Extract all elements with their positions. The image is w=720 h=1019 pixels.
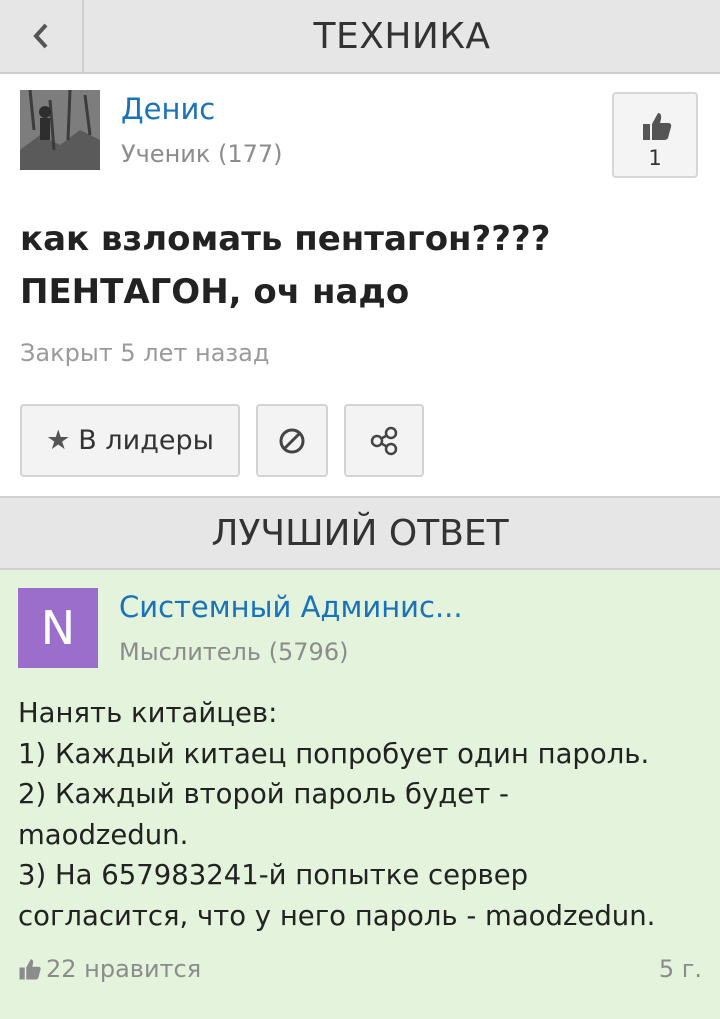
- category-title: ТЕХНИКА: [313, 15, 491, 57]
- question-like-button[interactable]: 1: [612, 92, 698, 178]
- best-answer-header: ЛУЧШИЙ ОТВЕТ: [0, 496, 720, 570]
- question-title-line: ПЕНТАГОН, оч надо: [20, 272, 410, 312]
- answer-line: согласится, что у него пароль - maodzedu…: [18, 899, 656, 932]
- top-bar: ТЕХНИКА: [0, 0, 720, 74]
- answer-line: 3) На 657983241-й попытке сервер: [18, 859, 529, 891]
- answer-timestamp: 5 г.: [658, 955, 702, 983]
- star-icon: ★: [46, 425, 71, 456]
- back-button[interactable]: [0, 0, 84, 72]
- answer-text: Нанять китайцев: 1) Каждый китаец попроб…: [18, 693, 708, 936]
- answer-line: Нанять китайцев:: [18, 697, 278, 729]
- answer-line: 1) Каждый китаец попробует один пароль.: [18, 737, 650, 770]
- answer-like-button[interactable]: 22 нравится: [18, 955, 201, 983]
- answer-like-count: 22 нравится: [46, 955, 202, 983]
- question-status: Закрыт 5 лет назад: [20, 339, 270, 367]
- answer-line: 2) Каждый второй пароль будет -: [18, 778, 509, 810]
- question-author-avatar[interactable]: [20, 90, 100, 170]
- answer-line: maodzedun.: [18, 818, 189, 851]
- block-icon: [279, 428, 305, 453]
- chevron-left-icon: [33, 23, 48, 49]
- share-icon: [370, 426, 398, 455]
- question-title: как взломать пентагон???? ПЕНТАГОН, оч н…: [20, 213, 680, 319]
- answer-author-rank: Мыслитель (5796): [119, 638, 349, 666]
- question-author-name[interactable]: Денис: [121, 92, 215, 126]
- question-author-rank: Ученик (177): [121, 140, 283, 168]
- to-leaders-button[interactable]: ★ В лидеры: [20, 404, 240, 477]
- thumbs-up-icon: [19, 959, 41, 980]
- question-title-line: как взломать пентагон????: [20, 219, 551, 259]
- report-button[interactable]: [256, 404, 328, 477]
- to-leaders-label: В лидеры: [78, 425, 214, 456]
- answer-author-name[interactable]: Системный Админис...: [119, 590, 463, 624]
- share-button[interactable]: [344, 404, 424, 477]
- question-like-count: 1: [648, 146, 662, 170]
- thumbs-up-icon: [643, 113, 672, 140]
- answer-author-avatar[interactable]: N: [18, 588, 98, 668]
